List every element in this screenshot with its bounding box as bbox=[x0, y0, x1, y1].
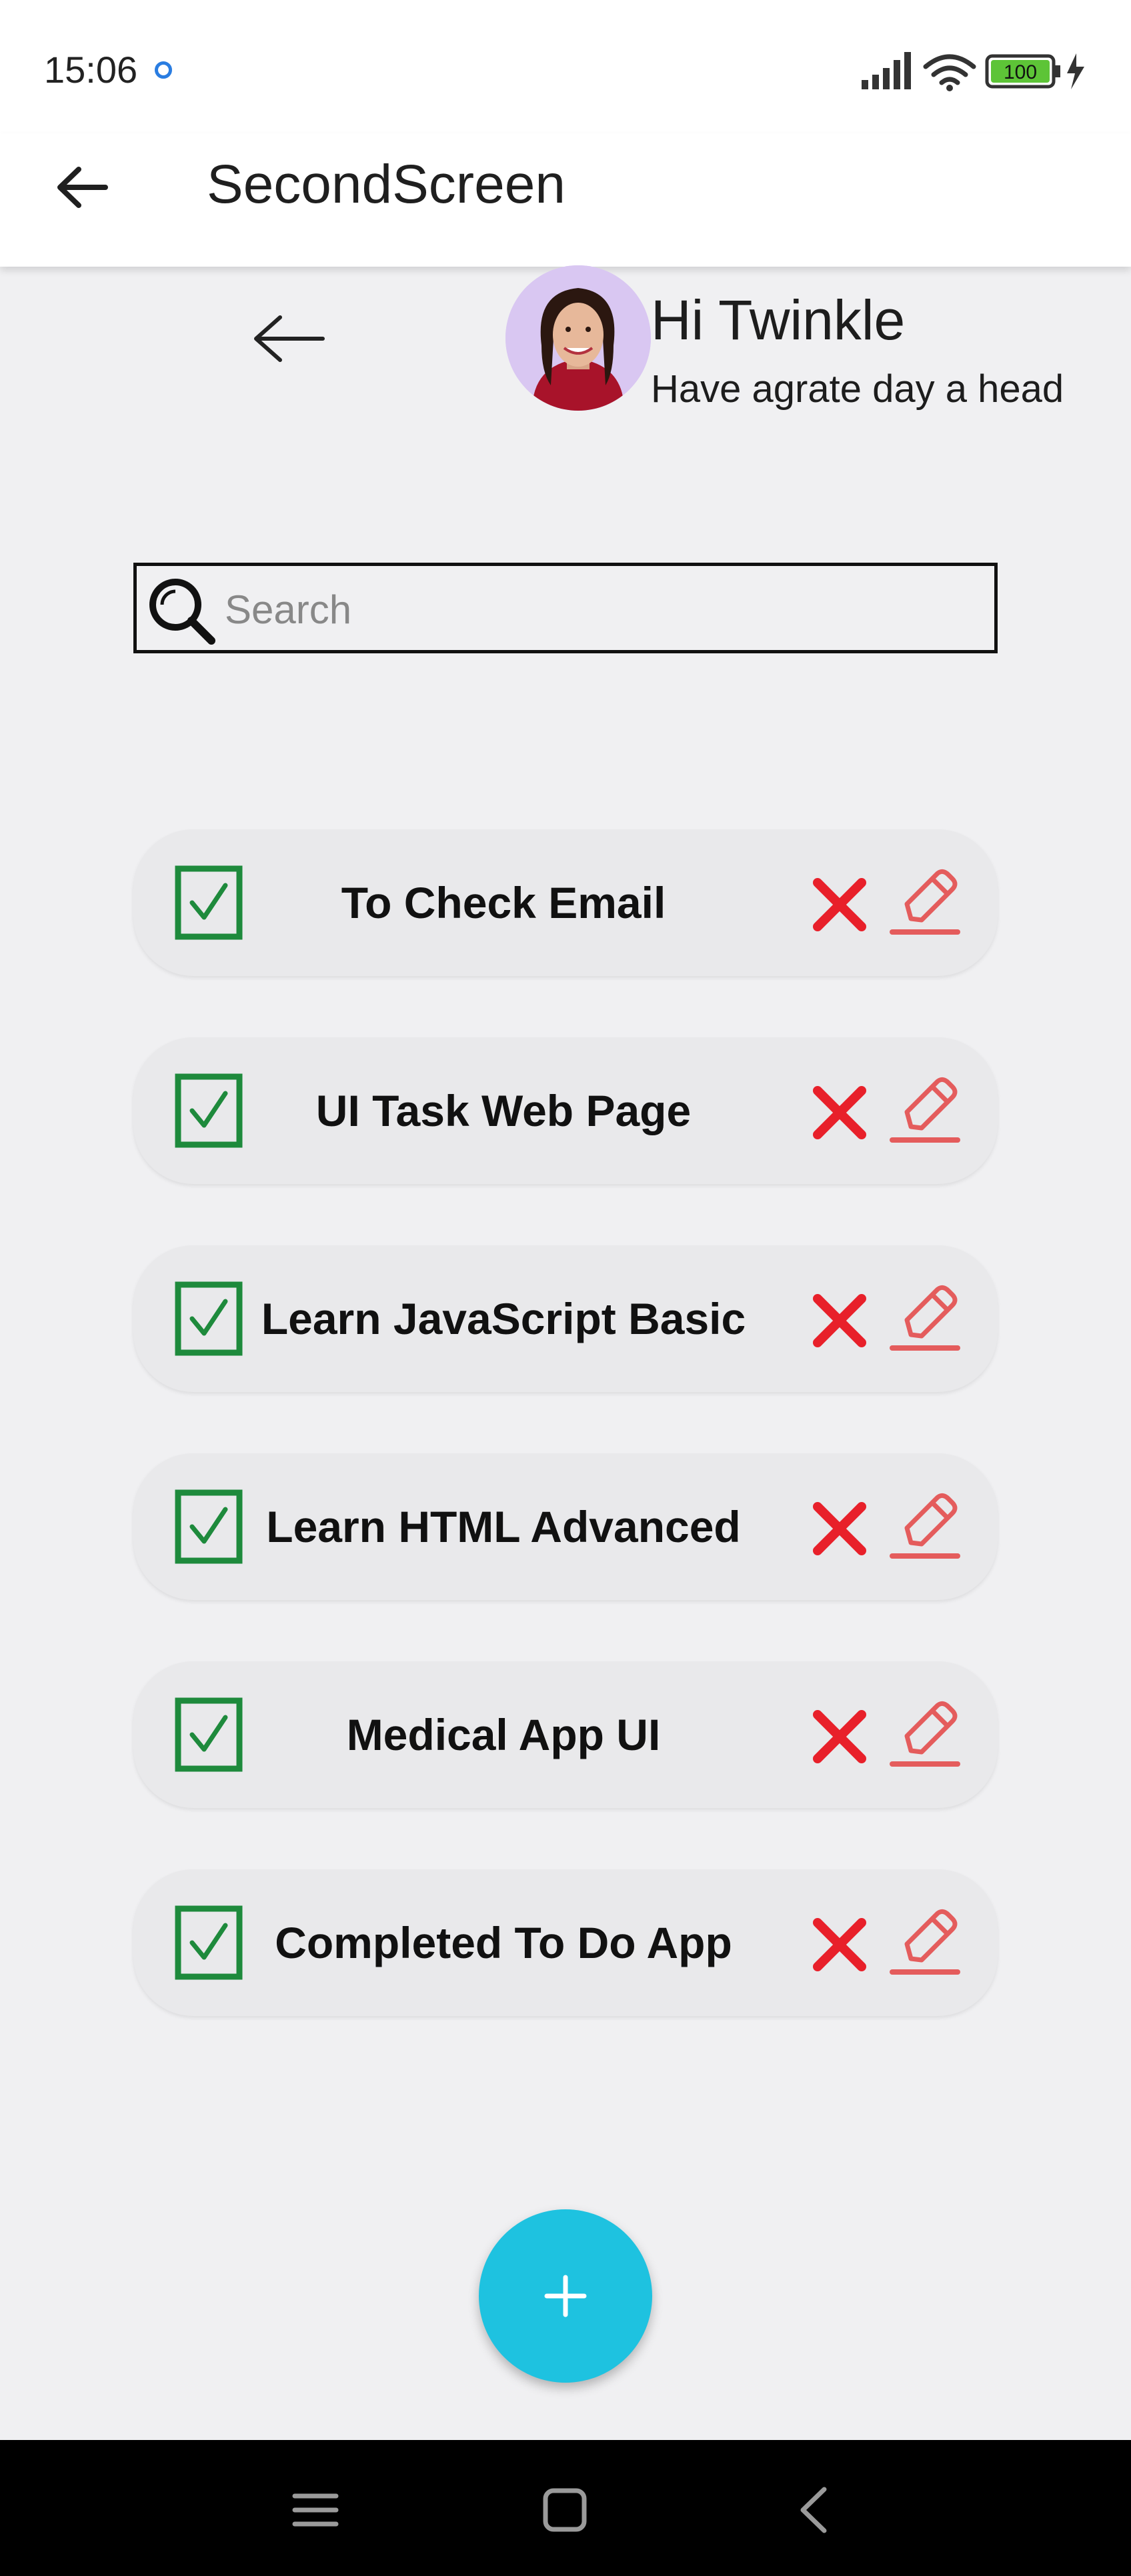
close-icon[interactable] bbox=[811, 1084, 868, 1141]
pencil-icon[interactable] bbox=[888, 865, 962, 940]
close-icon[interactable] bbox=[811, 1708, 868, 1765]
task-item: To Check Email bbox=[133, 829, 998, 976]
search-input[interactable] bbox=[223, 577, 986, 642]
back-arrow-icon[interactable] bbox=[53, 159, 111, 216]
task-item: Completed To Do App bbox=[133, 1869, 998, 2016]
checkbox-checked-icon[interactable] bbox=[175, 1073, 243, 1148]
battery-level: 100 bbox=[1004, 61, 1037, 83]
page-title: SecondScreen bbox=[207, 154, 566, 215]
avatar bbox=[505, 265, 651, 411]
task-label: Medical App UI bbox=[346, 1710, 661, 1759]
system-nav-bar bbox=[0, 2440, 1131, 2576]
task-label: Learn JavaScript Basic bbox=[261, 1294, 746, 1343]
task-label: Completed To Do App bbox=[275, 1918, 732, 1967]
status-bar: 15:06 100 bbox=[0, 0, 1131, 133]
checkbox-checked-icon[interactable] bbox=[175, 865, 243, 940]
menu-icon[interactable] bbox=[285, 2480, 345, 2540]
task-list: To Check Email UI Task Web Page Learn Ja… bbox=[133, 829, 998, 2077]
close-icon[interactable] bbox=[811, 1916, 868, 1973]
greeting-title: Hi Twinkle bbox=[651, 289, 906, 351]
task-label: UI Task Web Page bbox=[315, 1086, 692, 1135]
status-time: 15:06 bbox=[44, 49, 138, 91]
plus-icon bbox=[544, 2275, 587, 2317]
back-icon[interactable] bbox=[784, 2480, 844, 2540]
task-label: To Check Email bbox=[341, 878, 666, 927]
location-indicator-icon bbox=[155, 61, 172, 79]
task-item: Medical App UI bbox=[133, 1661, 998, 1808]
close-icon[interactable] bbox=[811, 1292, 868, 1349]
task-item: Learn HTML Advanced bbox=[133, 1453, 998, 1600]
task-item: UI Task Web Page bbox=[133, 1037, 998, 1184]
pencil-icon[interactable] bbox=[888, 1281, 962, 1356]
status-icons: 100 bbox=[862, 52, 1084, 91]
checkbox-checked-icon[interactable] bbox=[175, 1281, 243, 1356]
avatar-image bbox=[505, 265, 651, 411]
search-icon bbox=[149, 579, 215, 645]
home-icon[interactable] bbox=[535, 2480, 595, 2540]
app-bar: SecondScreen bbox=[0, 133, 1131, 267]
battery-icon: 100 bbox=[985, 54, 1060, 89]
wifi-icon bbox=[923, 54, 976, 85]
pencil-icon[interactable] bbox=[888, 1489, 962, 1564]
close-icon[interactable] bbox=[811, 876, 868, 933]
pencil-icon[interactable] bbox=[888, 1905, 962, 1980]
checkbox-checked-icon[interactable] bbox=[175, 1905, 243, 1980]
task-label: Learn HTML Advanced bbox=[266, 1502, 741, 1551]
close-icon[interactable] bbox=[811, 1500, 868, 1557]
checkbox-checked-icon[interactable] bbox=[175, 1489, 243, 1564]
back-arrow-icon[interactable] bbox=[249, 305, 329, 372]
signal-icon bbox=[862, 52, 911, 89]
charging-icon bbox=[1067, 53, 1084, 89]
checkbox-checked-icon[interactable] bbox=[175, 1697, 243, 1772]
add-task-button[interactable] bbox=[479, 2209, 652, 2383]
search-box[interactable] bbox=[133, 563, 998, 653]
greeting-subtitle: Have agrate day a head bbox=[651, 367, 1064, 411]
task-item: Learn JavaScript Basic bbox=[133, 1245, 998, 1392]
pencil-icon[interactable] bbox=[888, 1697, 962, 1772]
pencil-icon[interactable] bbox=[888, 1073, 962, 1148]
